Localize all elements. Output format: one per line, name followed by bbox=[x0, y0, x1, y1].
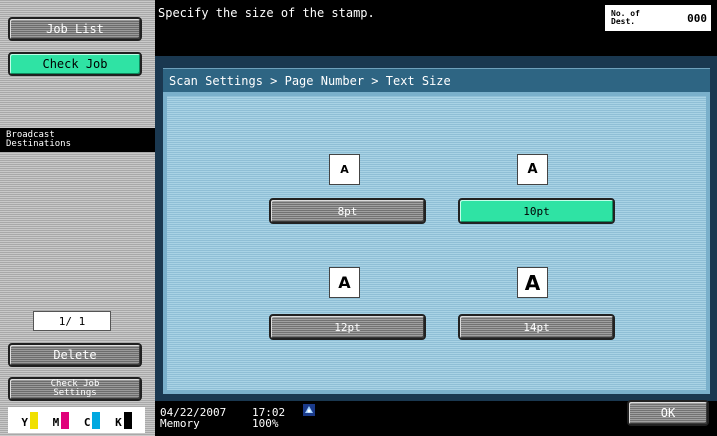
dest-count-box: No. of Dest. 000 bbox=[605, 5, 711, 31]
option-12pt-button[interactable]: 12pt bbox=[269, 314, 426, 340]
ok-button[interactable]: OK bbox=[627, 400, 709, 426]
settings-panel: Scan Settings > Page Number > Text Size … bbox=[155, 56, 717, 401]
broadcast-destinations-label: Broadcast Destinations bbox=[0, 128, 155, 152]
toner-bar-icon bbox=[61, 411, 70, 429]
toner-bar-icon bbox=[29, 411, 38, 429]
sidebar: Job List Check Job Broadcast Destination… bbox=[0, 0, 155, 436]
toner-magenta: M bbox=[52, 411, 70, 429]
network-icon bbox=[303, 404, 315, 416]
option-10pt-button[interactable]: 10pt bbox=[458, 198, 615, 224]
dest-label: No. of Dest. bbox=[605, 10, 661, 26]
time-memory-status: 17:02 100% bbox=[252, 407, 285, 429]
dest-label-line2: Dest. bbox=[611, 17, 636, 26]
dest-count: 000 bbox=[687, 11, 707, 25]
breadcrumb: Scan Settings > Page Number > Text Size bbox=[163, 68, 710, 92]
toner-black: K bbox=[115, 411, 132, 429]
toner-cyan: C bbox=[83, 411, 101, 429]
memory-value: 100% bbox=[252, 417, 279, 430]
sample-14pt: A bbox=[517, 267, 548, 298]
date-memory-status: 04/22/2007 Memory bbox=[160, 407, 226, 429]
option-14pt-button[interactable]: 14pt bbox=[458, 314, 615, 340]
text-size-options: A A A A 8pt 10pt 12pt 14pt bbox=[163, 92, 710, 394]
sample-8pt: A bbox=[329, 154, 360, 185]
toner-yellow: Y bbox=[21, 411, 38, 429]
check-job-settings-button[interactable]: Check Job Settings bbox=[8, 377, 142, 401]
instruction-message: Specify the size of the stamp. bbox=[158, 6, 375, 20]
job-list-button[interactable]: Job List bbox=[8, 17, 142, 41]
sample-10pt: A bbox=[517, 154, 548, 185]
toner-indicator: Y M C K bbox=[8, 407, 145, 433]
memory-label: Memory bbox=[160, 417, 200, 430]
broadcast-line2: Destinations bbox=[6, 139, 72, 149]
sample-12pt: A bbox=[329, 267, 360, 298]
delete-button[interactable]: Delete bbox=[8, 343, 142, 367]
check-job-button[interactable]: Check Job bbox=[8, 52, 142, 76]
option-8pt-button[interactable]: 8pt bbox=[269, 198, 426, 224]
toner-letter: M bbox=[52, 415, 60, 429]
toner-letter: K bbox=[115, 415, 122, 429]
toner-letter: Y bbox=[21, 415, 28, 429]
check-job-settings-line2: Settings bbox=[53, 388, 97, 398]
toner-bar-icon bbox=[123, 411, 132, 429]
page-counter: 1/ 1 bbox=[33, 311, 111, 331]
toner-letter: C bbox=[83, 415, 91, 429]
toner-bar-icon bbox=[92, 411, 101, 429]
